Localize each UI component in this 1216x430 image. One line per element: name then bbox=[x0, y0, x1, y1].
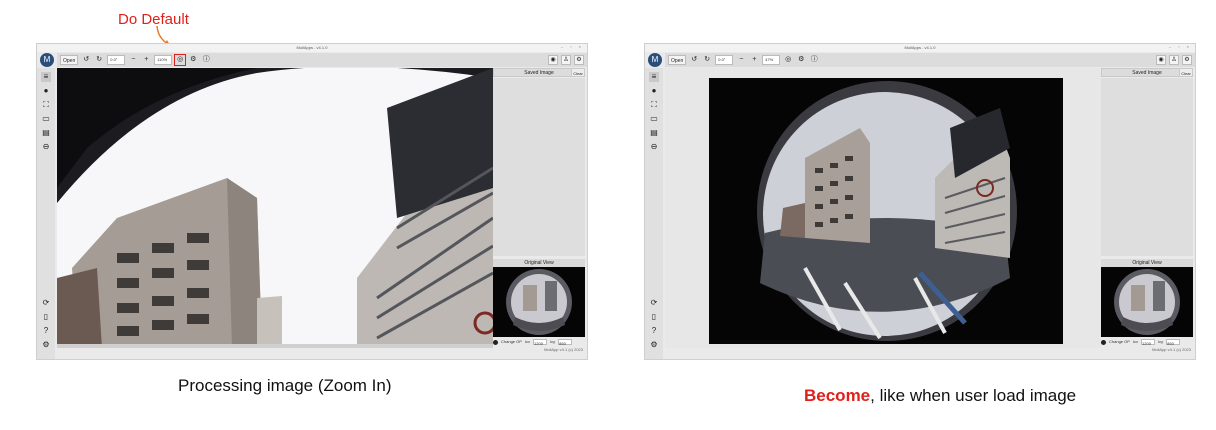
record-button[interactable]: ◉ bbox=[1156, 55, 1166, 65]
original-fisheye-thumbnail bbox=[493, 267, 585, 337]
circle-icon[interactable]: ● bbox=[41, 86, 51, 96]
rotate-left-icon[interactable]: ↺ bbox=[689, 55, 699, 65]
help-icon[interactable]: ? bbox=[41, 326, 51, 336]
zoom-out-button[interactable]: − bbox=[128, 55, 138, 65]
info-icon[interactable]: ⓘ bbox=[809, 55, 819, 65]
change-op-radio[interactable] bbox=[493, 339, 498, 345]
right-panel: Saved Image Clear Original View Change O… bbox=[493, 68, 585, 357]
change-op-label: Change OP bbox=[1109, 339, 1130, 344]
app-logo: M bbox=[40, 53, 54, 67]
original-view-image bbox=[493, 267, 585, 337]
clear-button[interactable]: Clear bbox=[571, 68, 585, 77]
settings-icon[interactable]: ⚙ bbox=[188, 55, 198, 65]
default-image-canvas[interactable] bbox=[665, 68, 1101, 348]
angle-field[interactable]: 0.0° bbox=[715, 55, 734, 65]
sidebar: ≡ ● ⛶ ▭ ▤ ⊖ ⟳ ▯ ? ⚙ bbox=[645, 68, 663, 359]
gear-icon[interactable]: ⚙ bbox=[41, 340, 51, 350]
open-button[interactable]: Open bbox=[668, 55, 687, 65]
open-button[interactable]: Open bbox=[60, 55, 79, 65]
icy-label: Icy bbox=[1158, 339, 1164, 344]
default-fisheye-image bbox=[665, 68, 1101, 348]
saved-image-area bbox=[1101, 78, 1193, 256]
default-view-icon[interactable]: ◎ bbox=[783, 55, 793, 65]
menu-icon[interactable]: ≡ bbox=[649, 72, 659, 82]
window-controls[interactable]: – ▫ × bbox=[561, 44, 584, 49]
zoom-in-button[interactable]: + bbox=[749, 55, 759, 65]
refresh-icon[interactable]: ⟳ bbox=[41, 298, 51, 308]
original-view-image bbox=[1101, 267, 1193, 337]
original-view-footer: Change OP Icx 1200 Icy 850 bbox=[1101, 338, 1193, 346]
change-op-label: Change OP bbox=[501, 339, 522, 344]
window-controls[interactable]: – ▫ × bbox=[1169, 44, 1192, 49]
icy-field[interactable]: 850 bbox=[1166, 339, 1181, 346]
user-button[interactable]: ♙ bbox=[561, 55, 571, 65]
icx-label: Icx bbox=[1132, 339, 1139, 344]
expand-icon[interactable]: ⛶ bbox=[649, 100, 659, 110]
user-button[interactable]: ♙ bbox=[1169, 55, 1179, 65]
circle-icon[interactable]: ● bbox=[649, 86, 659, 96]
icx-label: Icx bbox=[524, 339, 531, 344]
settings-icon[interactable]: ⚙ bbox=[796, 55, 806, 65]
zoomed-image-canvas[interactable] bbox=[57, 68, 493, 348]
icx-field[interactable]: 1200 bbox=[1141, 339, 1156, 346]
rotate-right-icon[interactable]: ↻ bbox=[702, 55, 712, 65]
document-icon[interactable]: ▤ bbox=[649, 128, 659, 138]
right-caption-rest: , like when user load image bbox=[870, 386, 1077, 405]
zoom-field[interactable]: 110% bbox=[154, 55, 173, 65]
zoom-out-button[interactable]: − bbox=[736, 55, 746, 65]
icy-field[interactable]: 850 bbox=[558, 339, 573, 346]
rotate-left-icon[interactable]: ↺ bbox=[81, 55, 91, 65]
app-logo: M bbox=[648, 53, 662, 67]
right-caption: Become, like when user load image bbox=[804, 386, 1076, 406]
zoom-field[interactable]: 47% bbox=[762, 55, 781, 65]
config-button[interactable]: ⚙ bbox=[574, 55, 584, 65]
toolbar: Open ↺ ↻ 0.0° − + 110% ◎ ⚙ ⓘ ◉ ♙ ⚙ bbox=[57, 53, 587, 67]
bookmark-icon[interactable]: ▯ bbox=[41, 312, 51, 322]
original-view-footer: Change OP Icx 1200 Icy 850 bbox=[493, 338, 585, 346]
minus-circle-icon[interactable]: ⊖ bbox=[649, 142, 659, 152]
angle-field[interactable]: 0.0° bbox=[107, 55, 126, 65]
expand-icon[interactable]: ⛶ bbox=[41, 100, 51, 110]
window-title: MoilApps - v4.1.0 bbox=[37, 44, 587, 52]
document-icon[interactable]: ▤ bbox=[41, 128, 51, 138]
info-icon[interactable]: ⓘ bbox=[201, 55, 211, 65]
saved-image-area bbox=[493, 78, 585, 256]
toolbar: Open ↺ ↻ 0.0° − + 47% ◎ ⚙ ⓘ ◉ ♙ ⚙ bbox=[665, 53, 1195, 67]
icx-field[interactable]: 1200 bbox=[533, 339, 548, 346]
clear-button[interactable]: Clear bbox=[1179, 68, 1193, 77]
window-title: MoilApps - v4.1.0 bbox=[645, 44, 1195, 52]
left-caption: Processing image (Zoom In) bbox=[178, 376, 392, 395]
sidebar: ≡ ● ⛶ ▭ ▤ ⊖ ⟳ ▯ ? ⚙ bbox=[37, 68, 55, 359]
original-view-header: Original View bbox=[1101, 259, 1193, 267]
footer-version: MoilApp v4.1 (c) 2023 bbox=[1152, 347, 1191, 352]
zoom-in-button[interactable]: + bbox=[141, 55, 151, 65]
menu-icon[interactable]: ≡ bbox=[41, 72, 51, 82]
config-button[interactable]: ⚙ bbox=[1182, 55, 1192, 65]
panorama-icon[interactable]: ▭ bbox=[41, 114, 51, 124]
gear-icon[interactable]: ⚙ bbox=[649, 340, 659, 350]
change-op-radio[interactable] bbox=[1101, 339, 1106, 345]
minus-circle-icon[interactable]: ⊖ bbox=[41, 142, 51, 152]
refresh-icon[interactable]: ⟳ bbox=[649, 298, 659, 308]
footer-version: MoilApp v4.1 (c) 2023 bbox=[544, 347, 583, 352]
rotate-right-icon[interactable]: ↻ bbox=[94, 55, 104, 65]
record-button[interactable]: ◉ bbox=[548, 55, 558, 65]
app-window-zoomed: MoilApps - v4.1.0 – ▫ × M Open ↺ ↻ 0.0° … bbox=[36, 43, 588, 360]
bookmark-icon[interactable]: ▯ bbox=[649, 312, 659, 322]
icy-label: Icy bbox=[550, 339, 556, 344]
right-panel: Saved Image Clear Original View Change O… bbox=[1101, 68, 1193, 357]
panorama-icon[interactable]: ▭ bbox=[649, 114, 659, 124]
app-window-default: MoilApps - v4.1.0 – ▫ × M Open ↺ ↻ 0.0° … bbox=[644, 43, 1196, 360]
original-fisheye-thumbnail bbox=[1101, 267, 1193, 337]
help-icon[interactable]: ? bbox=[649, 326, 659, 336]
default-view-icon[interactable]: ◎ bbox=[174, 54, 187, 66]
right-caption-emphasis: Become bbox=[804, 386, 871, 405]
original-view-header: Original View bbox=[493, 259, 585, 267]
zoomed-fisheye-image bbox=[57, 68, 493, 348]
